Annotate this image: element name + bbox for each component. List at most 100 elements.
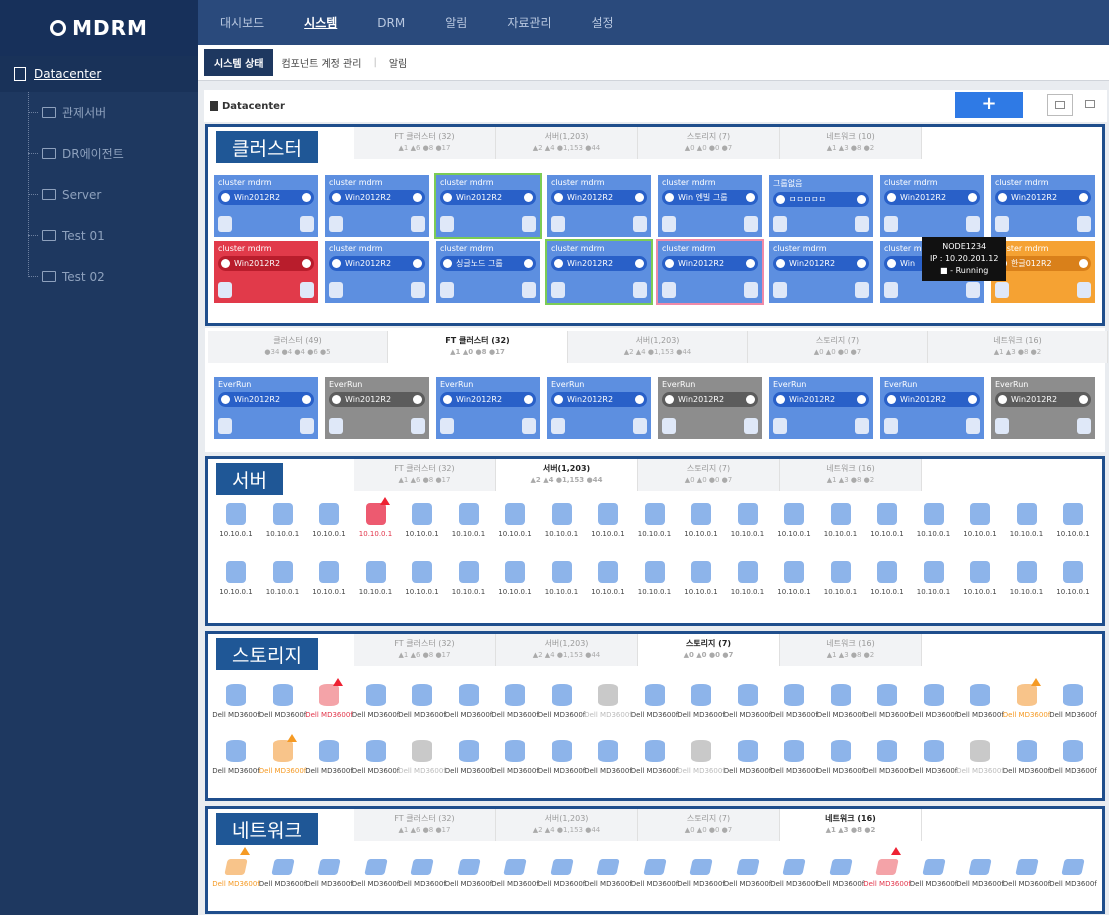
node-item[interactable]: 10.10.0.1 (1001, 561, 1053, 596)
sidebar-item-datacenter[interactable]: Datacenter (0, 56, 198, 92)
cluster-card[interactable]: cluster mdrm Win2012R2 (991, 175, 1095, 237)
sidebar-item-test01[interactable]: Test 01 (28, 215, 198, 256)
node-item[interactable]: Dell MD3600f (257, 684, 309, 719)
nav-data-management[interactable]: 자료관리 (507, 14, 551, 31)
cluster-card[interactable]: EverRun Win2012R2 (547, 377, 651, 439)
cluster-card[interactable]: cluster mdrm 한글012R2 (991, 241, 1095, 303)
node-item[interactable]: Dell MD3600f (582, 684, 634, 719)
tab-1[interactable]: 서버(1,203) ▲2 ▲4 ●1,153 ●44 (496, 459, 638, 491)
cluster-card[interactable]: cluster mdrm 싱글노드 그룹 (436, 241, 540, 303)
node-item[interactable]: 10.10.0.1 (1047, 561, 1099, 596)
node-item[interactable]: Dell MD3600f (722, 740, 774, 775)
tab-1[interactable]: FT 클러스터 (32) ▲1 ▲0 ●8 ●17 (388, 331, 568, 363)
node-item[interactable]: Dell MD3600f (396, 853, 448, 888)
node-item[interactable]: Dell MD3600f (722, 684, 774, 719)
node-item[interactable]: 10.10.0.1 (303, 561, 355, 596)
node-item[interactable]: Dell MD3600f (675, 684, 727, 719)
node-item[interactable]: Dell MD3600f (210, 740, 262, 775)
cluster-card[interactable]: cluster mdrm Win2012R2 (214, 175, 318, 237)
node-item[interactable]: 10.10.0.1 (303, 503, 355, 538)
cluster-card[interactable]: EverRun Win2012R2 (436, 377, 540, 439)
node-item[interactable]: 10.10.0.1 (396, 561, 448, 596)
node-item[interactable]: Dell MD3600f (722, 853, 774, 888)
cluster-card[interactable]: cluster mdrm Win2012R2 (214, 241, 318, 303)
node-item[interactable]: Dell MD3600f (257, 853, 309, 888)
card-os-pill[interactable]: Win2012R2 (440, 392, 536, 407)
node-item[interactable]: Dell MD3600f (582, 740, 634, 775)
card-os-pill[interactable]: Win2012R2 (995, 190, 1091, 205)
node-item[interactable]: 10.10.0.1 (768, 561, 820, 596)
tab-1[interactable]: 서버(1,203) ▲2 ▲4 ●1,153 ●44 (496, 634, 638, 666)
nav-system[interactable]: 시스템 (304, 14, 337, 31)
card-os-pill[interactable]: Win2012R2 (218, 190, 314, 205)
cluster-card[interactable]: EverRun Win2012R2 (214, 377, 318, 439)
nav-settings[interactable]: 설정 (592, 14, 614, 31)
node-item[interactable]: 10.10.0.1 (954, 561, 1006, 596)
node-item[interactable]: Dell MD3600f (1047, 740, 1099, 775)
cluster-card[interactable]: cluster mdrm Win2012R2 (547, 175, 651, 237)
card-os-pill[interactable]: Win2012R2 (551, 256, 647, 271)
node-item[interactable]: 10.10.0.1 (396, 503, 448, 538)
node-item[interactable]: Dell MD3600f (908, 853, 960, 888)
node-item[interactable]: Dell MD3600f (303, 678, 355, 719)
node-item[interactable]: Dell MD3600f (861, 684, 913, 719)
node-item[interactable]: Dell MD3600f (443, 684, 495, 719)
tab-2[interactable]: 스토리지 (7) ▲0 ▲0 ●0 ●7 (638, 127, 780, 159)
tab-3[interactable]: 네트워크 (16) ▲1 ▲3 ●8 ●2 (780, 459, 922, 491)
card-os-pill[interactable]: Win2012R2 (773, 256, 869, 271)
nav-alerts[interactable]: 알림 (445, 14, 467, 31)
node-item[interactable]: Dell MD3600f (768, 740, 820, 775)
node-item[interactable]: 10.10.0.1 (908, 503, 960, 538)
sidebar-item-control-server[interactable]: 관제서버 (28, 92, 198, 133)
tab-3[interactable]: 네트워크 (10) ▲1 ▲3 ●8 ●2 (780, 127, 922, 159)
node-item[interactable]: Dell MD3600f (815, 684, 867, 719)
node-item[interactable]: 10.10.0.1 (536, 561, 588, 596)
node-item[interactable]: 10.10.0.1 (350, 497, 402, 538)
node-item[interactable]: Dell MD3600f (396, 684, 448, 719)
card-os-pill[interactable]: Win2012R2 (329, 190, 425, 205)
cluster-card[interactable]: EverRun Win2012R2 (880, 377, 984, 439)
tab-2[interactable]: 스토리지 (7) ▲0 ▲0 ●0 ●7 (638, 459, 780, 491)
card-os-pill[interactable]: Win2012R2 (329, 392, 425, 407)
card-os-pill[interactable]: Win2012R2 (329, 256, 425, 271)
node-item[interactable]: Dell MD3600f (303, 740, 355, 775)
node-item[interactable]: 10.10.0.1 (722, 503, 774, 538)
node-item[interactable]: 10.10.0.1 (861, 561, 913, 596)
node-item[interactable]: Dell MD3600f (768, 853, 820, 888)
tab-2[interactable]: 스토리지 (7) ▲0 ▲0 ●0 ●7 (638, 809, 780, 841)
card-os-pill[interactable]: Win2012R2 (995, 392, 1091, 407)
tab-3[interactable]: 스토리지 (7) ▲0 ▲0 ●0 ●7 (748, 331, 928, 363)
cluster-card[interactable]: cluster mdrm Win2012R2 (325, 175, 429, 237)
tab-2[interactable]: 서버(1,203) ▲2 ▲4 ●1,153 ●44 (568, 331, 748, 363)
node-item[interactable]: Dell MD3600f (954, 684, 1006, 719)
sidebar-item-server[interactable]: Server (28, 174, 198, 215)
node-item[interactable]: 10.10.0.1 (954, 503, 1006, 538)
node-item[interactable]: Dell MD3600f (861, 847, 913, 888)
add-button[interactable]: + (955, 92, 1023, 118)
node-item[interactable]: 10.10.0.1 (489, 561, 541, 596)
node-item[interactable]: 10.10.0.1 (861, 503, 913, 538)
card-os-pill[interactable]: Win2012R2 (884, 190, 980, 205)
card-os-pill[interactable]: 싱글노드 그룹 (440, 256, 536, 271)
node-item[interactable]: Dell MD3600f (861, 740, 913, 775)
cluster-card[interactable]: 그룹없음 ㅁㅁㅁㅁㅁ (769, 175, 873, 237)
node-item[interactable]: Dell MD3600f (489, 684, 541, 719)
node-item[interactable]: 10.10.0.1 (582, 503, 634, 538)
grid-view-button[interactable] (1047, 94, 1073, 116)
node-item[interactable]: Dell MD3600f (536, 853, 588, 888)
node-item[interactable]: 10.10.0.1 (815, 503, 867, 538)
card-os-pill[interactable]: Win 엔빌 그룹 (662, 190, 758, 205)
cluster-card[interactable]: EverRun Win2012R2 (658, 377, 762, 439)
node-item[interactable]: Dell MD3600f (396, 740, 448, 775)
card-os-pill[interactable]: Win2012R2 (662, 392, 758, 407)
tab-2[interactable]: 스토리지 (7) ▲0 ▲0 ●0 ●7 (638, 634, 780, 666)
card-os-pill[interactable]: Win2012R2 (218, 256, 314, 271)
node-item[interactable]: 10.10.0.1 (210, 503, 262, 538)
node-item[interactable]: 10.10.0.1 (1001, 503, 1053, 538)
node-item[interactable]: 10.10.0.1 (908, 561, 960, 596)
node-item[interactable]: Dell MD3600f (350, 684, 402, 719)
node-item[interactable]: 10.10.0.1 (582, 561, 634, 596)
card-os-pill[interactable]: Win2012R2 (218, 392, 314, 407)
node-item[interactable]: Dell MD3600f (303, 853, 355, 888)
node-item[interactable]: 10.10.0.1 (443, 503, 495, 538)
